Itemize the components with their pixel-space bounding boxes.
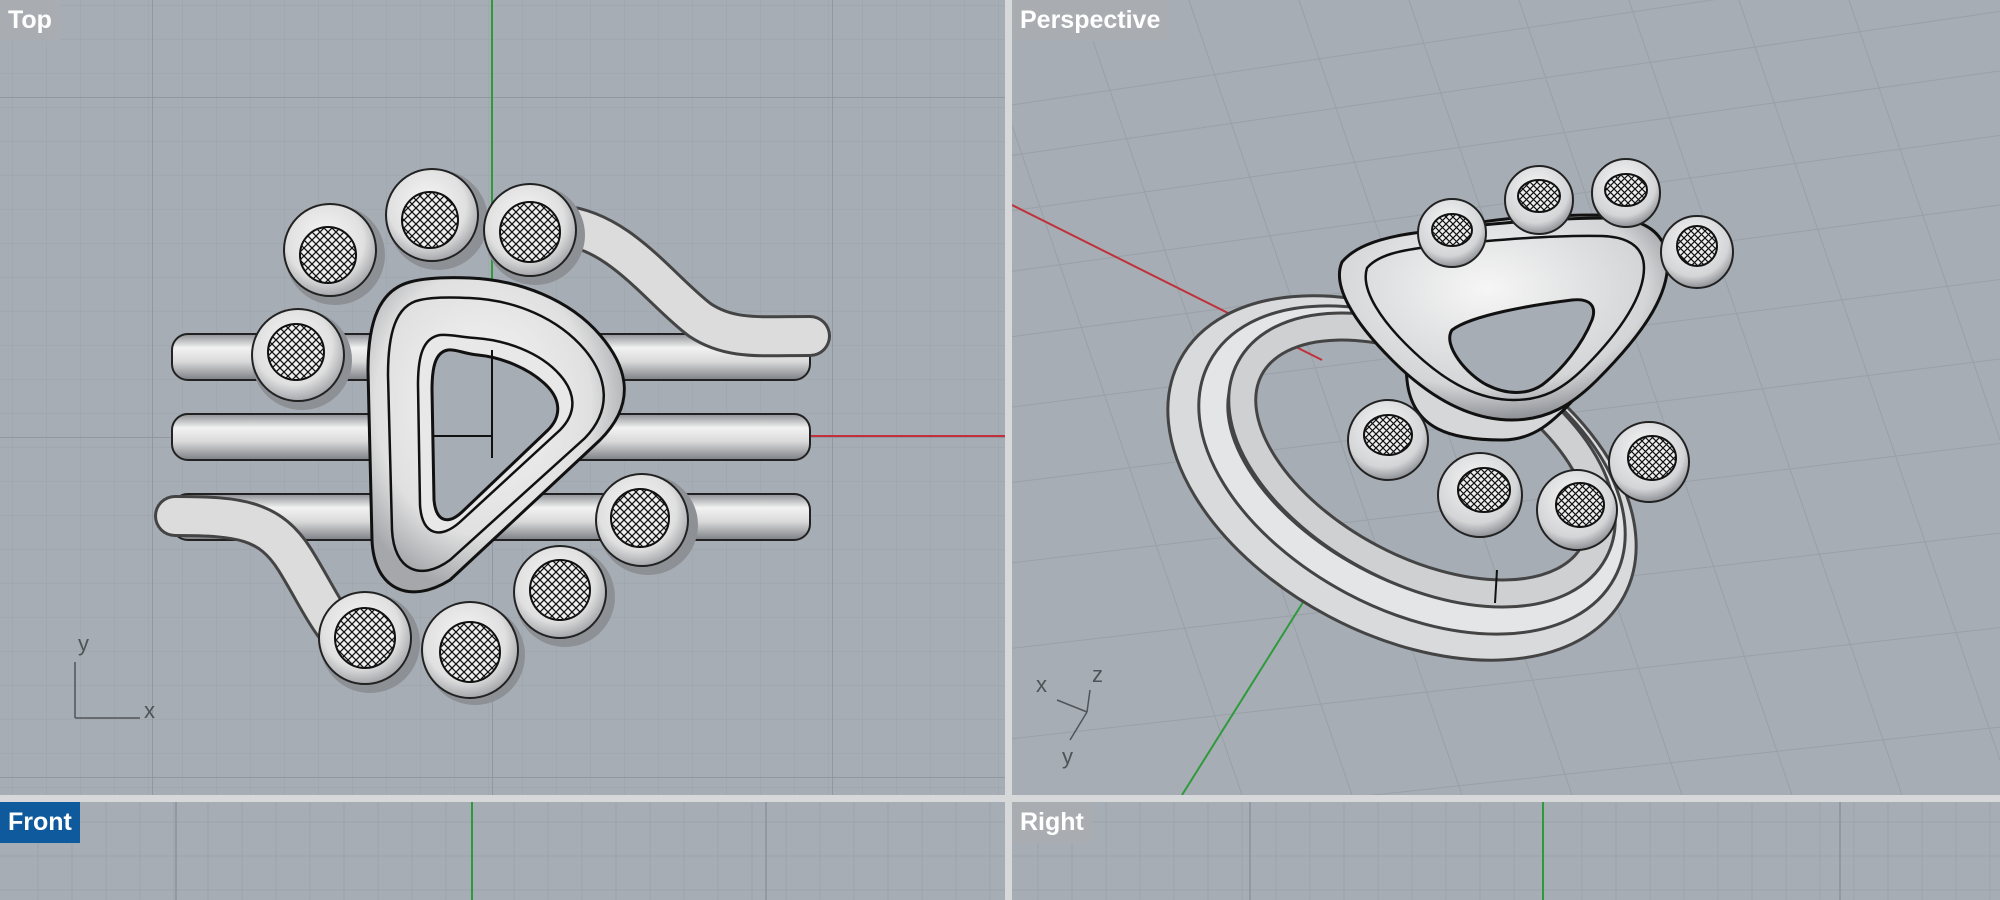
gem-setting[interactable] — [318, 591, 420, 693]
viewport-right[interactable]: Right — [1012, 802, 2000, 900]
gem-setting[interactable] — [1417, 198, 1487, 268]
right-canvas[interactable] — [1012, 802, 2000, 900]
gem-setting[interactable] — [1437, 452, 1523, 538]
viewport-perspective[interactable]: z x y Perspective — [1012, 0, 2000, 795]
top-canvas[interactable]: y x — [0, 0, 1005, 795]
axis-y-label: y — [1062, 744, 1073, 769]
front-canvas[interactable] — [0, 802, 1005, 900]
axis-x-label: x — [1036, 672, 1047, 697]
viewport-title-perspective[interactable]: Perspective — [1012, 0, 1169, 41]
gem-setting[interactable] — [1660, 215, 1734, 289]
gem-setting[interactable] — [513, 545, 615, 647]
perspective-canvas[interactable]: z x y — [1012, 0, 2000, 795]
gem-setting[interactable] — [1536, 469, 1618, 551]
viewport-title-right[interactable]: Right — [1012, 802, 1092, 843]
gem-setting[interactable] — [1591, 158, 1661, 228]
gem-setting[interactable] — [1347, 399, 1429, 481]
axis-y-label: y — [78, 631, 89, 656]
viewport-title-front[interactable]: Front — [0, 802, 80, 843]
viewport-title-top[interactable]: Top — [0, 0, 60, 41]
gem-setting[interactable] — [283, 203, 385, 305]
viewport-top[interactable]: y x Top — [0, 0, 1005, 795]
gem-setting[interactable] — [1504, 165, 1574, 235]
axis-x-label: x — [144, 698, 155, 723]
viewport-front[interactable]: Front — [0, 802, 1005, 900]
gem-setting[interactable] — [483, 183, 585, 285]
axis-z-label: z — [1092, 662, 1103, 687]
gem-setting[interactable] — [1608, 421, 1690, 503]
